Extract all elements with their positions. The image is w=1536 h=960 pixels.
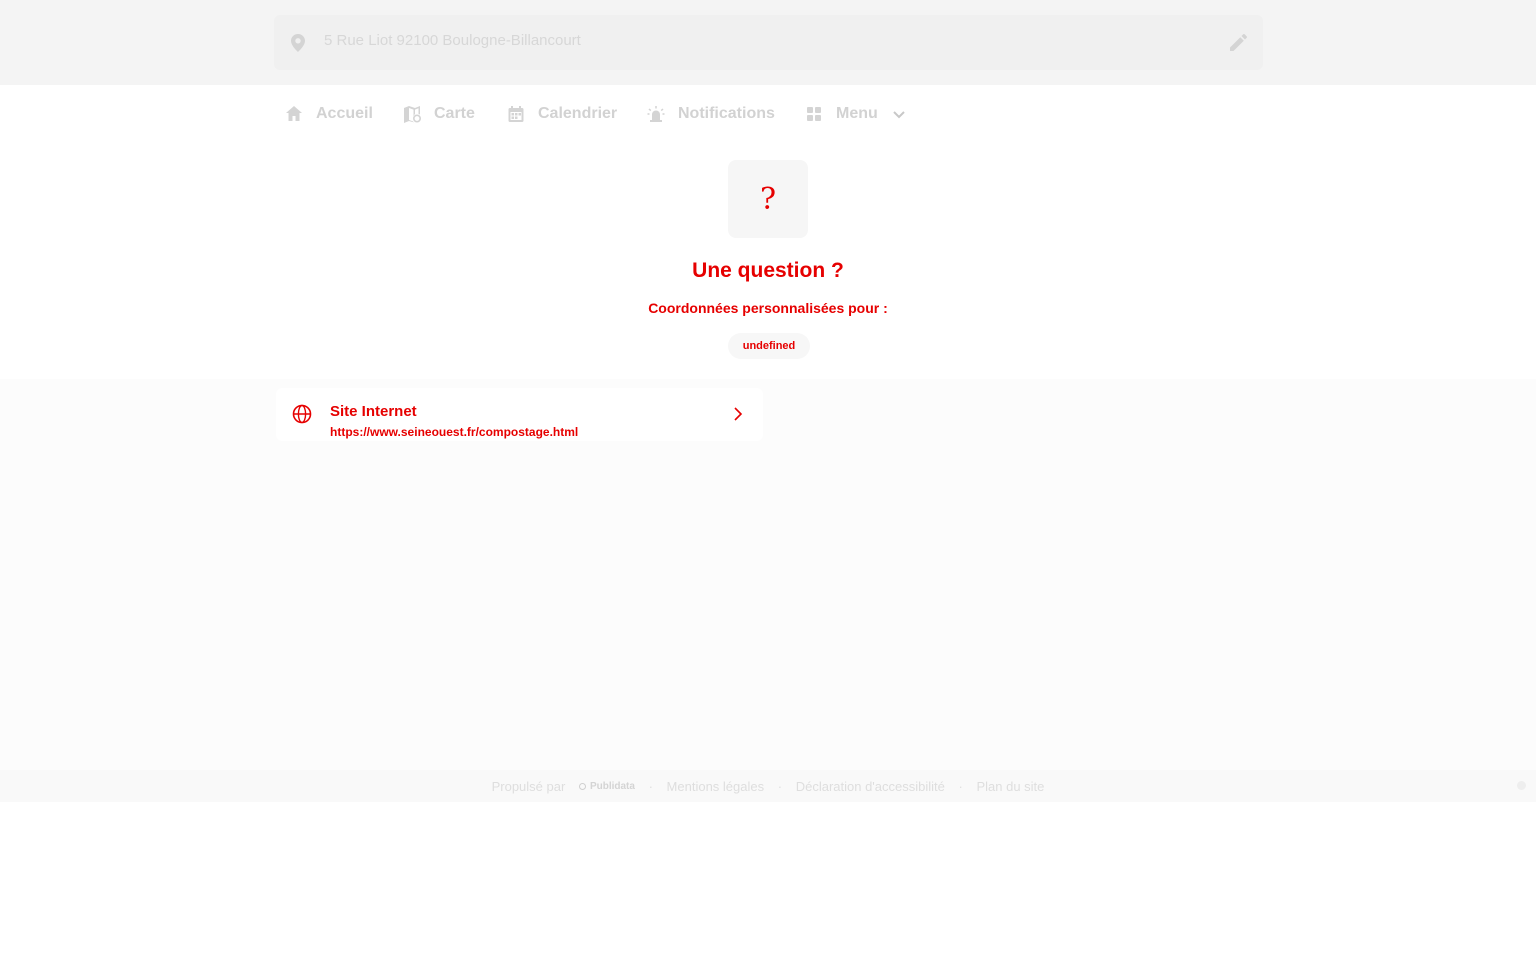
calendar-icon bbox=[508, 106, 524, 122]
footer-link-mentions[interactable]: Mentions légales bbox=[667, 779, 765, 794]
card-title: Site Internet bbox=[330, 403, 417, 420]
separator: · bbox=[958, 779, 963, 795]
powered-by-text: Propulsé par bbox=[491, 779, 566, 795]
main-nav: Accueil Carte Calendrier Notifications M… bbox=[0, 85, 1536, 143]
nav-label: Menu bbox=[836, 105, 878, 122]
address-bar[interactable]: 5 Rue Liot 92100 Boulogne-Billancourt bbox=[274, 15, 1263, 70]
chevron-right-icon bbox=[734, 407, 743, 421]
location-badge: undefined bbox=[728, 333, 810, 359]
pencil-icon[interactable] bbox=[1230, 34, 1247, 51]
grid-icon bbox=[807, 107, 821, 121]
alarm-bell-icon bbox=[647, 106, 665, 122]
nav-item-notifications[interactable]: Notifications bbox=[647, 85, 775, 143]
map-icon bbox=[404, 106, 421, 123]
separator: · bbox=[777, 779, 783, 795]
footer-link-plan[interactable]: Plan du site bbox=[976, 779, 1044, 794]
footer: Propulsé par Publidata · Mentions légale… bbox=[0, 770, 1536, 802]
nav-item-carte[interactable]: Carte bbox=[403, 85, 475, 143]
brand-name: Publidata bbox=[589, 780, 635, 792]
nav-item-menu[interactable]: Menu bbox=[805, 85, 906, 143]
nav-item-accueil[interactable]: Accueil bbox=[285, 85, 373, 143]
nav-label: Accueil bbox=[316, 105, 373, 122]
address-text: 5 Rue Liot 92100 Boulogne-Billancourt bbox=[324, 32, 581, 49]
nav-label: Notifications bbox=[678, 105, 775, 122]
main-content: Site Internet https://www.seineouest.fr/… bbox=[0, 379, 1536, 770]
nav-label: Carte bbox=[434, 105, 475, 122]
address-band: 5 Rue Liot 92100 Boulogne-Billancourt bbox=[0, 0, 1536, 85]
publidata-logo-icon bbox=[578, 782, 586, 790]
contact-hero: ? Une question ? Coordonnées personnalis… bbox=[0, 143, 1536, 379]
hero-title: Une question ? bbox=[692, 259, 844, 282]
nav-item-calendrier[interactable]: Calendrier bbox=[507, 85, 617, 143]
website-link-card[interactable]: Site Internet https://www.seineouest.fr/… bbox=[276, 388, 763, 441]
publidata-logo[interactable]: Publidata bbox=[578, 780, 635, 792]
card-url[interactable]: https://www.seineouest.fr/compostage.htm… bbox=[330, 425, 578, 439]
question-icon: ? bbox=[728, 160, 808, 238]
nav-label: Calendrier bbox=[538, 105, 618, 122]
location-pin-icon bbox=[291, 34, 305, 52]
status-dot bbox=[1517, 781, 1526, 790]
hero-subtitle: Coordonnées personnalisées pour : bbox=[648, 300, 888, 316]
question-glyph: ? bbox=[759, 181, 777, 217]
chevron-down-icon bbox=[893, 111, 905, 119]
home-icon bbox=[286, 106, 302, 121]
footer-link-accessibilite[interactable]: Déclaration d'accessibilité bbox=[796, 779, 945, 794]
separator: · bbox=[648, 779, 653, 795]
globe-icon bbox=[292, 404, 312, 424]
